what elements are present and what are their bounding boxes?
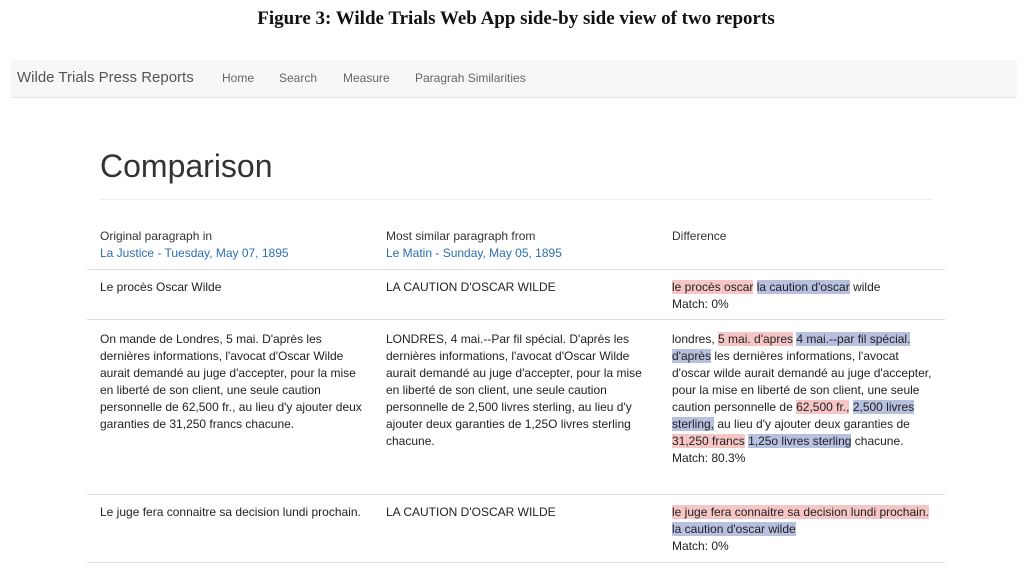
- row-1-similar: LA CAUTION D'OSCAR WILDE: [386, 280, 556, 294]
- row-1-difference: le procès oscar la caution d'oscar wilde…: [672, 279, 934, 313]
- removed-text-highlight: le juge fera connaitre sa decision lundi…: [672, 505, 929, 519]
- common-text: londres,: [672, 332, 719, 346]
- nav-link-search[interactable]: Search: [279, 71, 317, 85]
- navbar: Wilde Trials Press Reports Home Search M…: [11, 60, 1017, 98]
- removed-text-highlight: 5 mai. d'apres: [718, 332, 794, 346]
- page-title: Comparison: [100, 148, 273, 184]
- navbar-brand[interactable]: Wilde Trials Press Reports: [17, 69, 194, 86]
- row-3-original: Le juge fera connaitre sa decision lundi…: [100, 505, 361, 519]
- row-3-difference: le juge fera connaitre sa decision lundi…: [672, 504, 934, 555]
- common-text: wilde: [849, 280, 881, 294]
- header-similar-source-link[interactable]: Le Matin - Sunday, May 05, 1895: [386, 245, 562, 262]
- row-divider: [87, 319, 945, 320]
- added-text-highlight: la caution d'oscar wilde: [672, 522, 796, 536]
- row-divider: [87, 562, 945, 563]
- row-divider: [87, 269, 945, 270]
- row-1-diff-text: le procès oscar la caution d'oscar wilde: [672, 280, 880, 294]
- row-1-original: Le procès Oscar Wilde: [100, 280, 222, 294]
- row-2-match: Match: 80.3%: [672, 451, 746, 465]
- header-difference-label: Difference: [672, 229, 727, 243]
- header-original-label: Original paragraph in: [100, 229, 213, 243]
- row-3-similar: LA CAUTION D'OSCAR WILDE: [386, 505, 556, 519]
- row-2-diff-text: londres, 5 mai. d'apres 4 mai.--par fil …: [672, 332, 931, 448]
- header-original: Original paragraph in La Justice - Tuesd…: [100, 228, 289, 262]
- title-divider: [100, 199, 932, 200]
- removed-text-highlight: le procès oscar: [672, 280, 754, 294]
- row-2-original: On mande de Londres, 5 mai. D'après les …: [100, 332, 362, 431]
- common-text: au lieu d'y ajouter deux garanties de: [714, 417, 910, 431]
- figure-caption: Figure 3: Wilde Trials Web App side-by s…: [257, 8, 775, 29]
- common-text: chacune.: [851, 434, 904, 448]
- added-text-highlight: la caution d'oscar: [756, 280, 850, 294]
- header-difference: Difference: [672, 228, 726, 245]
- row-2-difference: londres, 5 mai. d'apres 4 mai.--par fil …: [672, 331, 934, 467]
- row-1-match: Match: 0%: [672, 297, 729, 311]
- added-text-highlight: 1,25o livres sterling: [748, 434, 852, 448]
- header-similar-label: Most similar paragraph from: [386, 229, 536, 243]
- nav-link-home[interactable]: Home: [222, 71, 254, 85]
- row-3-diff-text: le juge fera connaitre sa decision lundi…: [672, 505, 929, 536]
- removed-text-highlight: 31,250 francs: [672, 434, 745, 448]
- header-original-source-link[interactable]: La Justice - Tuesday, May 07, 1895: [100, 245, 289, 262]
- row-3-match: Match: 0%: [672, 539, 729, 553]
- removed-text-highlight: 62,500 fr.,: [796, 400, 850, 414]
- row-2-similar: LONDRES, 4 mai.--Par fil spécial. D'aprè…: [386, 332, 642, 448]
- nav-link-paragraph-similarities[interactable]: Paragrah Similarities: [415, 71, 526, 85]
- header-similar: Most similar paragraph from Le Matin - S…: [386, 228, 562, 262]
- nav-link-measure[interactable]: Measure: [343, 71, 390, 85]
- row-divider: [87, 494, 945, 495]
